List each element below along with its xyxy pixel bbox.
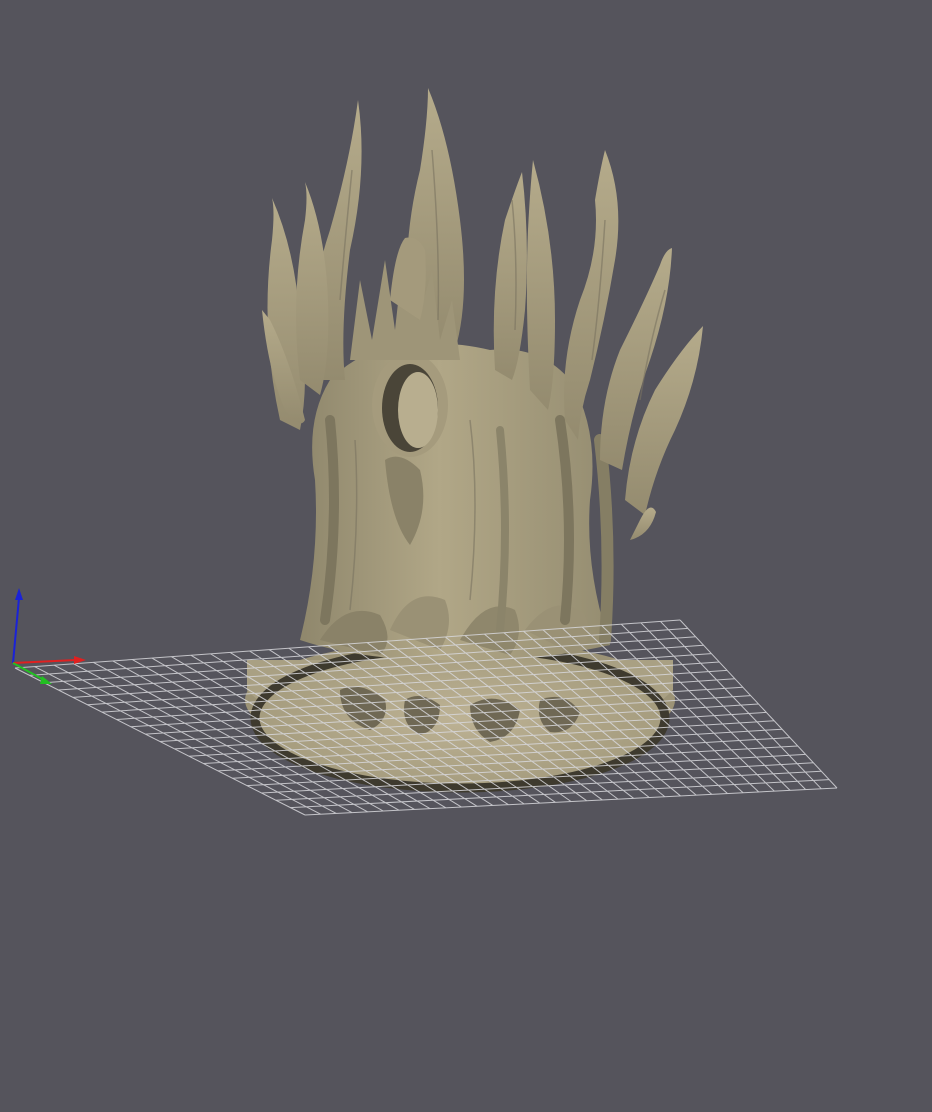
3d-viewport[interactable] bbox=[0, 0, 932, 1112]
z-axis bbox=[12, 597, 20, 664]
model-mesh[interactable] bbox=[245, 88, 703, 793]
x-axis bbox=[12, 659, 77, 664]
xyz-axes-icon bbox=[12, 588, 86, 684]
y-axis-arrow bbox=[40, 676, 52, 684]
model-trunk bbox=[300, 343, 614, 661]
y-axis bbox=[12, 662, 45, 681]
model-oval-socket bbox=[372, 353, 448, 457]
z-axis-arrow bbox=[15, 588, 23, 600]
